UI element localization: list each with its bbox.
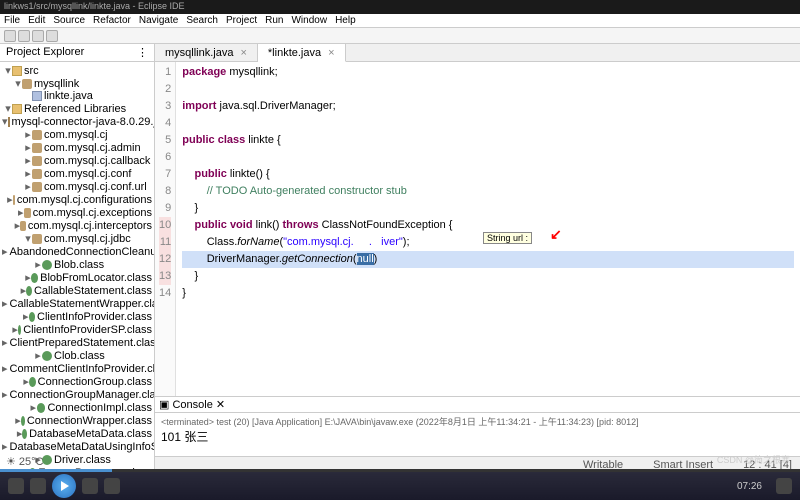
tree-item[interactable]: ▸com.mysql.cj.conf: [0, 167, 154, 180]
play-button[interactable]: [52, 474, 76, 498]
sidebar-menu-icon[interactable]: ⋮: [137, 46, 148, 59]
annotation-arrow: ↙: [550, 226, 562, 243]
line-gutter: 1234567891011121314: [155, 62, 176, 396]
tree-item[interactable]: ▾Referenced Libraries: [0, 102, 154, 115]
debug-icon[interactable]: [32, 30, 44, 42]
menu-run[interactable]: Run: [265, 15, 283, 26]
tree-item[interactable]: ▸ClientInfoProvider.class: [0, 310, 154, 323]
watermark: CSDN @简之根寒: [717, 453, 790, 466]
fullscreen-button[interactable]: [776, 478, 792, 494]
tree-item[interactable]: ▸ClientInfoProviderSP.class: [0, 323, 154, 336]
code-lines[interactable]: package mysqllink;import java.sql.Driver…: [176, 62, 800, 396]
tree-item[interactable]: ▾src: [0, 64, 154, 77]
window-titlebar: linkws1/src/mysqllink/linkte.java - Ecli…: [0, 0, 800, 14]
sidebar-title: Project Explorer: [6, 46, 84, 59]
project-explorer: Project Explorer ⋮ ▾src▾mysqllink linkte…: [0, 44, 155, 472]
new-icon[interactable]: [4, 30, 16, 42]
param-tooltip: String url :: [483, 232, 532, 244]
tree-item[interactable]: ▸BlobFromLocator.class: [0, 271, 154, 284]
menu-help[interactable]: Help: [335, 15, 356, 26]
code-editor[interactable]: 1234567891011121314 package mysqllink;im…: [155, 62, 800, 396]
tree-item[interactable]: ▸com.mysql.cj: [0, 128, 154, 141]
console-output: 101 张三: [161, 428, 794, 445]
menu-source[interactable]: Source: [53, 15, 85, 26]
tree-item[interactable]: ▸ConnectionWrapper.class: [0, 414, 154, 427]
tree-item[interactable]: ▸DatabaseMetaData.class: [0, 427, 154, 440]
tree-item[interactable]: ▸com.mysql.cj.callback: [0, 154, 154, 167]
tree-item[interactable]: ▾mysqllink: [0, 77, 154, 90]
tree-item[interactable]: ▸Blob.class: [0, 258, 154, 271]
tree-item[interactable]: ▸CallableStatementWrapper.class: [0, 297, 154, 310]
stop-button[interactable]: [8, 478, 24, 494]
weather-icon: ☀: [6, 455, 16, 468]
menu-file[interactable]: File: [4, 15, 20, 26]
console-header: <terminated> test (20) [Java Application…: [161, 415, 794, 428]
menu-project[interactable]: Project: [226, 15, 257, 26]
menu-navigate[interactable]: Navigate: [139, 15, 178, 26]
tree-item[interactable]: ▸com.mysql.cj.exceptions: [0, 206, 154, 219]
tree-item[interactable]: ▾mysql-connector-java-8.0.29.jar: [0, 115, 154, 128]
tree-item[interactable]: ▸ClientPreparedStatement.class: [0, 336, 154, 349]
tree-item[interactable]: ▸Clob.class: [0, 349, 154, 362]
tree-item[interactable]: ▸CallableStatement.class: [0, 284, 154, 297]
tree-item[interactable]: linkte.java: [0, 90, 154, 102]
run-icon[interactable]: [46, 30, 58, 42]
volume-button[interactable]: [104, 478, 120, 494]
tree-item[interactable]: ▸com.mysql.cj.conf.url: [0, 180, 154, 193]
tree-item[interactable]: ▸ConnectionGroup.class: [0, 375, 154, 388]
player-time: 07:26: [737, 481, 762, 492]
editor-tab[interactable]: mysqllink.java×: [155, 44, 258, 61]
close-icon[interactable]: ×: [240, 47, 246, 59]
menu-refactor[interactable]: Refactor: [93, 15, 131, 26]
editor-tab[interactable]: *linkte.java×: [258, 44, 346, 62]
tree-item[interactable]: ▸com.mysql.cj.admin: [0, 141, 154, 154]
menu-edit[interactable]: Edit: [28, 15, 45, 26]
tree-item[interactable]: ▾com.mysql.cj.jdbc: [0, 232, 154, 245]
tree-item[interactable]: ▸AbandonedConnectionCleanupT: [0, 245, 154, 258]
menubar: File Edit Source Refactor Navigate Search Proj…: [0, 14, 800, 28]
toolbar: [0, 28, 800, 44]
editor-tabs: mysqllink.java×*linkte.java×: [155, 44, 800, 62]
video-player-bar: 07:26: [0, 472, 800, 500]
save-icon[interactable]: [18, 30, 30, 42]
next-button[interactable]: [82, 478, 98, 494]
tree-item[interactable]: ▸com.mysql.cj.interceptors: [0, 219, 154, 232]
tree-item[interactable]: ▸DatabaseMetaDataUsingInfoSch: [0, 440, 154, 453]
prev-button[interactable]: [30, 478, 46, 494]
tree-item[interactable]: ▸CommentClientInfoProvider.class: [0, 362, 154, 375]
close-icon[interactable]: ×: [328, 47, 334, 59]
progress-fill[interactable]: [0, 469, 112, 472]
console-tab[interactable]: ▣ Console ✕: [159, 398, 225, 411]
tree-item[interactable]: ▸com.mysql.cj.configurations: [0, 193, 154, 206]
menu-window[interactable]: Window: [291, 15, 327, 26]
weather-widget: ☀ 25°C: [6, 455, 43, 468]
tree-item[interactable]: ▸ConnectionGroupManager.class: [0, 388, 154, 401]
menu-search[interactable]: Search: [186, 15, 218, 26]
project-tree: ▾src▾mysqllink linkte.java▾Referenced Li…: [0, 62, 154, 472]
tree-item[interactable]: ▸ConnectionImpl.class: [0, 401, 154, 414]
